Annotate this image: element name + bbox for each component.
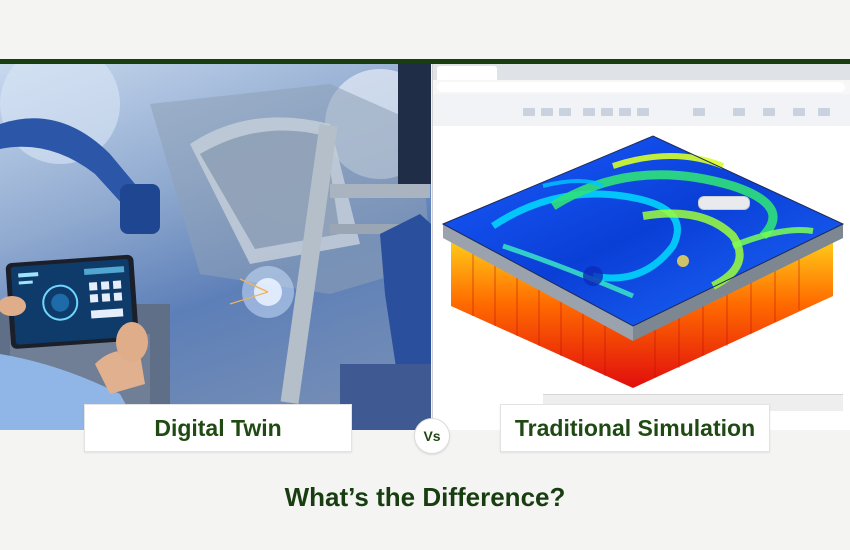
digital-twin-label: Digital Twin [84, 404, 352, 452]
toolbar-tool-icon [619, 108, 631, 116]
toolbar-tool-icon [818, 108, 830, 116]
traditional-simulation-screenshot [432, 64, 850, 430]
headline-question: What’s the Difference? [284, 482, 566, 512]
toolbar-tool-icon [541, 108, 553, 116]
digital-twin-photo [0, 64, 431, 430]
vs-badge: Vs [414, 418, 450, 454]
url-field [437, 82, 845, 92]
cfd-plate-render [441, 135, 845, 388]
toolbar-tool-icon [693, 108, 705, 116]
toolbar-tool-icon [733, 108, 745, 116]
browser-tab-bar [433, 64, 850, 80]
toolbar-tool-icon [637, 108, 649, 116]
toolbar-tool-icon [601, 108, 613, 116]
simulation-viewport [433, 126, 850, 430]
toolbar-tool-icon [763, 108, 775, 116]
browser-address-bar [433, 80, 850, 95]
traditional-simulation-label: Traditional Simulation [500, 404, 770, 452]
view-orientation-widget [698, 196, 750, 210]
toolbar-tool-icon [523, 108, 535, 116]
browser-tab [437, 66, 497, 80]
toolbar-tool-icon [583, 108, 595, 116]
toolbar-tool-icon [559, 108, 571, 116]
factory-scene-illustration [0, 64, 431, 430]
simulation-toolbar [433, 94, 850, 127]
toolbar-tool-icon [793, 108, 805, 116]
